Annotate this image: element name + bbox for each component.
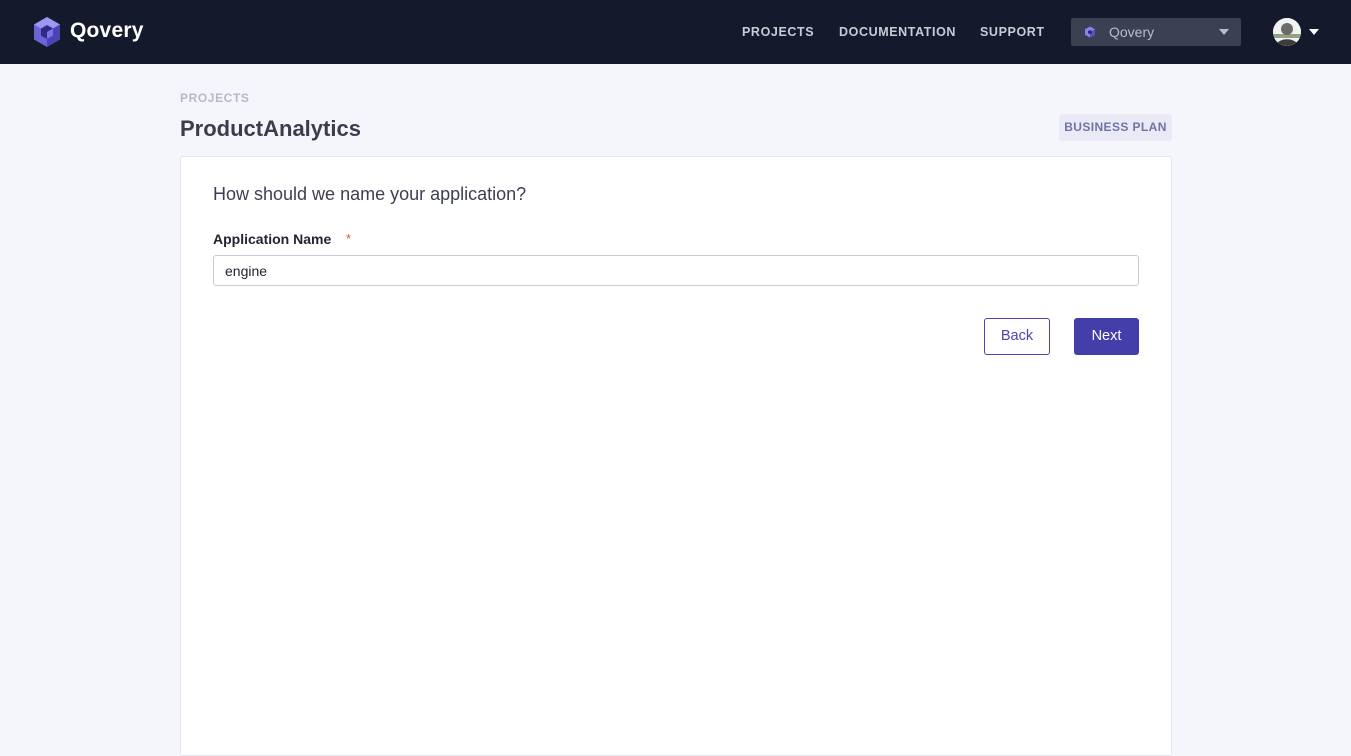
back-button[interactable]: Back bbox=[984, 318, 1050, 355]
brand-name[interactable]: Qovery bbox=[70, 19, 144, 43]
plan-badge: BUSINESS PLAN bbox=[1059, 114, 1172, 141]
breadcrumb[interactable]: PROJECTS bbox=[180, 91, 249, 105]
nav-support[interactable]: SUPPORT bbox=[980, 25, 1045, 39]
chevron-down-icon bbox=[1219, 29, 1229, 35]
application-name-card: How should we name your application? App… bbox=[180, 156, 1172, 756]
page-title: ProductAnalytics bbox=[180, 116, 361, 141]
required-indicator: * bbox=[346, 231, 352, 246]
organization-select[interactable]: Qovery bbox=[1071, 18, 1241, 46]
step-question: How should we name your application? bbox=[213, 184, 527, 204]
organization-select-value: Qovery bbox=[1109, 24, 1155, 40]
avatar-image-icon bbox=[1273, 18, 1301, 46]
org-logo-icon bbox=[1085, 26, 1095, 38]
nav-documentation[interactable]: DOCUMENTATION bbox=[839, 25, 956, 39]
user-avatar[interactable] bbox=[1273, 18, 1301, 46]
top-navbar: Qovery PROJECTS DOCUMENTATION SUPPORT Qo… bbox=[0, 0, 1351, 64]
next-button[interactable]: Next bbox=[1074, 318, 1139, 355]
application-name-input[interactable] bbox=[213, 255, 1139, 286]
avatar-chevron-down-icon[interactable] bbox=[1309, 29, 1319, 35]
qovery-logo-icon[interactable] bbox=[32, 16, 62, 48]
nav-projects[interactable]: PROJECTS bbox=[742, 25, 814, 39]
application-name-label: Application Name bbox=[213, 231, 332, 247]
